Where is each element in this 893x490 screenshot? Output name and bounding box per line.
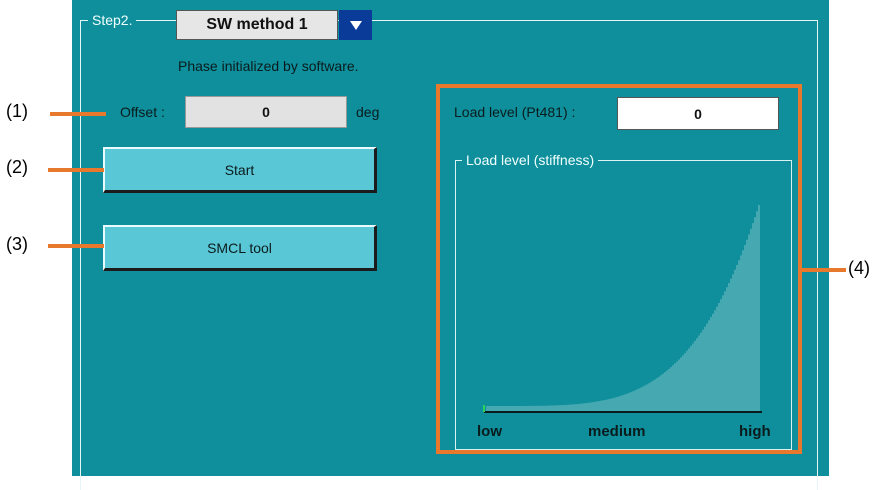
callout-2: (2) [6,157,28,177]
callout-box-4 [436,84,802,454]
callout-4: (4) [848,258,870,278]
callout-line-3 [48,244,104,248]
callout-3: (3) [6,234,28,254]
callout-line-4 [798,268,846,272]
callout-line-1 [50,112,106,116]
callout-1: (1) [6,101,28,121]
callout-line-2 [48,168,104,172]
